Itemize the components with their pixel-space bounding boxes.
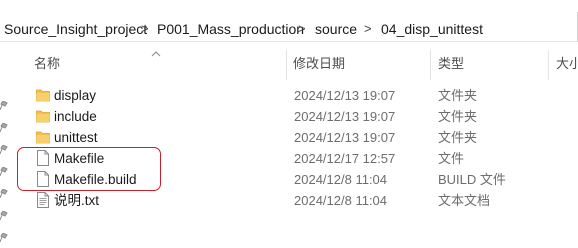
pin-icon — [0, 167, 8, 177]
column-divider[interactable] — [286, 50, 287, 80]
folder-icon — [36, 89, 50, 102]
highlight-annotation — [17, 147, 161, 191]
pin-icon — [0, 101, 8, 111]
file-name: unittest — [54, 130, 98, 145]
column-header-name[interactable]: 名称 — [34, 52, 60, 76]
breadcrumb-item-p001-mass-production[interactable]: P001_Mass_production — [157, 20, 304, 38]
breadcrumb-item-source-insight-project[interactable]: Source_Insight_project — [4, 20, 147, 38]
file-name: 说明.txt — [54, 193, 100, 208]
breadcrumb-item-04-disp-unittest[interactable]: 04_disp_unittest — [381, 20, 483, 38]
text-file-icon — [37, 192, 49, 208]
pin-icon — [0, 189, 8, 199]
folder-icon — [36, 131, 50, 144]
file-date: 2024/12/17 12:57 — [294, 151, 396, 166]
file-type: 文件夹 — [438, 109, 478, 124]
file-date: 2024/12/13 19:07 — [294, 130, 396, 145]
column-divider[interactable] — [430, 50, 431, 80]
file-type: 文件夹 — [438, 130, 478, 145]
address-bar[interactable]: Source_Insight_project > P001_Mass_produ… — [0, 0, 578, 42]
file-type: 文件夹 — [438, 88, 478, 103]
file-name: include — [54, 109, 97, 124]
file-date: 2024/12/13 19:07 — [294, 109, 396, 124]
column-header-size[interactable]: 大小 — [556, 52, 578, 76]
pin-icon — [0, 211, 8, 221]
file-date: 2024/12/13 19:07 — [294, 88, 396, 103]
file-date: 2024/12/8 11:04 — [294, 172, 388, 187]
breadcrumb-item-source[interactable]: source — [315, 20, 357, 38]
column-header-type[interactable]: 类型 — [438, 52, 464, 76]
sort-up-icon — [151, 49, 161, 60]
file-date: 2024/12/8 11:04 — [294, 193, 388, 208]
list-item[interactable]: 说明.txt 2024/12/8 11:04 文本文档 — [18, 190, 578, 211]
pin-icon — [0, 233, 8, 243]
chevron-right-icon[interactable]: > — [298, 20, 306, 38]
pin-icon — [0, 145, 8, 155]
list-item[interactable]: display 2024/12/13 19:07 文件夹 — [18, 85, 578, 106]
file-type: 文本文档 — [438, 193, 491, 208]
list-item[interactable]: include 2024/12/13 19:07 文件夹 — [18, 106, 578, 127]
file-type: 文件 — [438, 151, 465, 166]
file-name: display — [54, 88, 97, 103]
folder-icon — [36, 110, 50, 123]
pin-icon — [0, 123, 8, 133]
column-divider[interactable] — [548, 50, 549, 80]
file-type: BUILD 文件 — [438, 172, 506, 187]
chevron-right-icon[interactable]: > — [364, 20, 372, 38]
column-header-date[interactable]: 修改日期 — [293, 52, 345, 76]
list-item[interactable]: unittest 2024/12/13 19:07 文件夹 — [18, 127, 578, 148]
chevron-right-icon[interactable]: > — [141, 20, 149, 38]
